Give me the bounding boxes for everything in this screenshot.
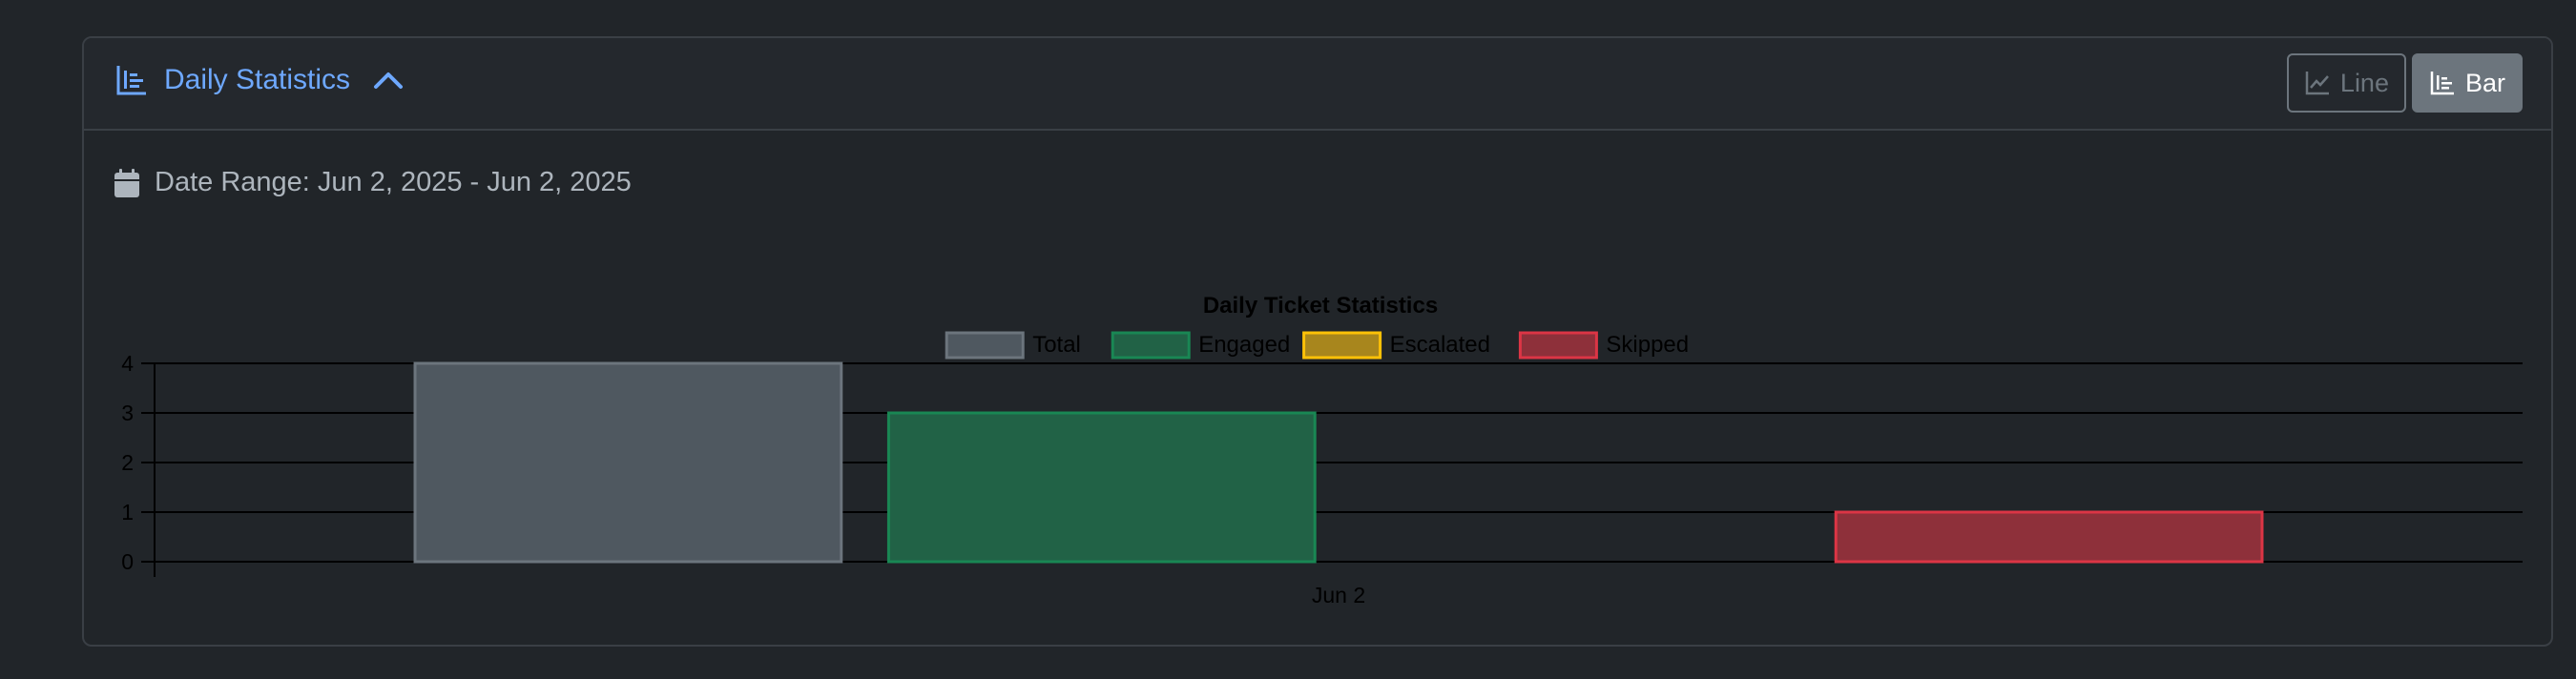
bar-skipped[interactable] <box>1834 510 2264 564</box>
chart-container: Daily Ticket Statistics Total Engaged Esca… <box>84 257 2551 644</box>
x-axis-ticks: Jun 2 <box>1312 583 1365 607</box>
legend-swatch <box>945 331 1025 360</box>
date-range-text: Date Range: Jun 2, 2025 - Jun 2, 2025 <box>155 167 632 197</box>
bar-chart-icon <box>2429 70 2456 96</box>
card-title: Daily Statistics <box>164 64 351 95</box>
y-axis-ticks: 0 1 2 3 4 <box>121 351 134 574</box>
y-tick-label: 4 <box>121 351 134 376</box>
x-tick-label: Jun 2 <box>1312 583 1365 607</box>
bar-total[interactable] <box>413 361 843 564</box>
chevron-up-icon[interactable] <box>371 63 405 97</box>
y-tick-label: 2 <box>121 450 134 475</box>
legend-swatch <box>1111 331 1191 360</box>
legend-swatch <box>1518 331 1598 360</box>
bar-chart-icon <box>114 63 149 97</box>
calendar-icon <box>114 168 139 197</box>
legend-item-skipped[interactable]: Skipped <box>1518 331 1689 360</box>
chart-type-toggle: Line Bar <box>2286 53 2523 113</box>
date-range: Date Range: Jun 2, 2025 - Jun 2, 2025 <box>114 167 632 198</box>
legend-item-engaged[interactable]: Engaged <box>1111 331 1290 360</box>
legend-swatch <box>1302 331 1382 360</box>
card-header[interactable]: Daily Statistics Line Bar <box>84 38 2551 131</box>
legend-label: Escalated <box>1390 332 1490 358</box>
line-chart-icon <box>2304 70 2331 96</box>
line-chart-button[interactable]: Line <box>2286 53 2406 113</box>
legend-label: Engaged <box>1198 332 1290 358</box>
chart-title: Daily Ticket Statistics <box>1203 293 1438 319</box>
bar-chart-button[interactable]: Bar <box>2411 53 2523 113</box>
daily-ticket-chart: Daily Ticket Statistics Total Engaged Esca… <box>121 293 2523 607</box>
legend-label: Total <box>1032 332 1081 358</box>
bar-engaged[interactable] <box>886 411 1317 564</box>
daily-statistics-card: Daily Statistics Line Bar Date Range: Ju… <box>82 36 2553 647</box>
y-tick-label: 3 <box>121 401 134 425</box>
y-tick-label: 0 <box>121 549 134 574</box>
legend-label: Skipped <box>1606 332 1689 358</box>
line-button-label: Line <box>2339 68 2389 97</box>
legend-item-total[interactable]: Total <box>945 331 1081 360</box>
bar-button-label: Bar <box>2464 68 2505 97</box>
collapse-toggle[interactable]: Daily Statistics <box>114 63 405 97</box>
y-tick-label: 1 <box>121 500 134 525</box>
legend-item-escalated[interactable]: Escalated <box>1302 331 1490 360</box>
chart-legend: Total Engaged Escalated Skipped <box>945 331 1689 360</box>
